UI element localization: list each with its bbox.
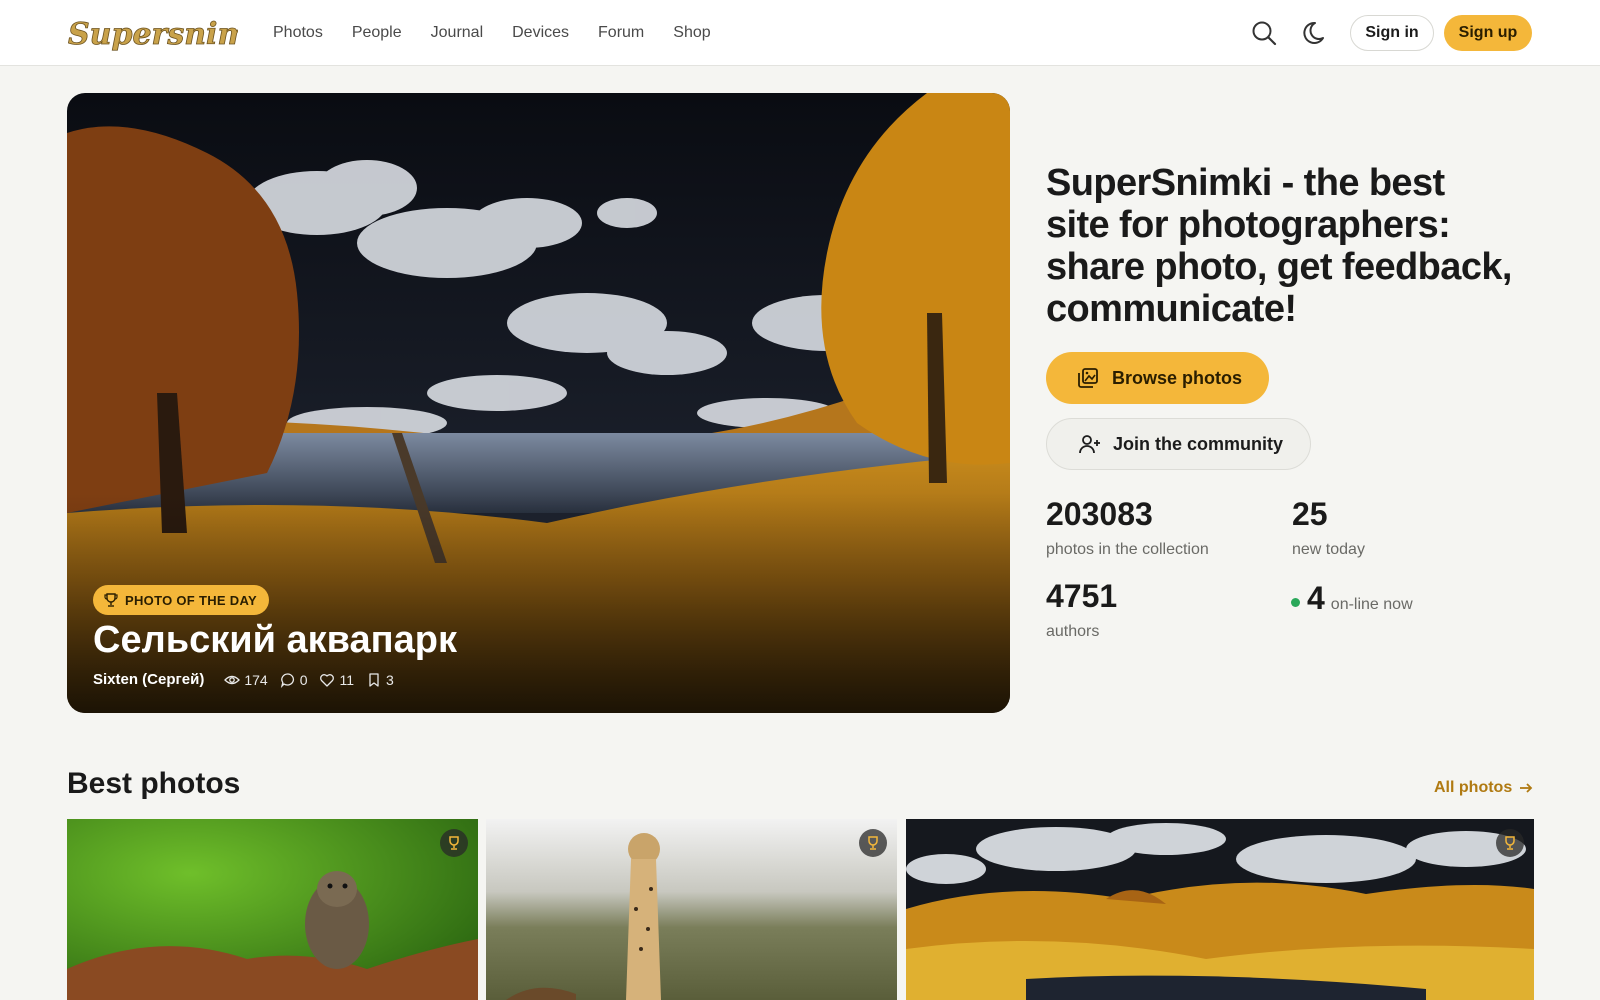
photos-count-label: photos in the collection: [1046, 541, 1209, 558]
photo-of-the-day-badge: PHOTO OF THE DAY: [93, 585, 269, 615]
sign-up-button[interactable]: Sign up: [1444, 15, 1532, 51]
comments-value: 0: [299, 671, 308, 688]
sign-in-button[interactable]: Sign in: [1350, 15, 1434, 51]
main-nav: Photos People Journal Devices Forum Shop: [273, 0, 740, 66]
bookmark-icon: [369, 672, 379, 687]
join-community-label: Join the community: [1113, 433, 1284, 454]
svg-text:Supersnimki: Supersnimki: [68, 17, 238, 52]
best-photo-thumb[interactable]: [906, 819, 1534, 1000]
autumn-lake-photo: [906, 819, 1534, 1000]
authors-count: 4751: [1046, 578, 1118, 614]
trophy-badge-icon: [1496, 829, 1524, 857]
nav-journal[interactable]: Journal: [431, 24, 483, 42]
nav-shop[interactable]: Shop: [673, 24, 710, 42]
heart-icon: [320, 673, 335, 687]
best-photo-thumb[interactable]: [486, 819, 897, 1000]
join-community-button[interactable]: Join the community: [1046, 418, 1311, 470]
new-today-label: new today: [1292, 541, 1365, 558]
badge-label: PHOTO OF THE DAY: [125, 592, 257, 608]
likes-value: 11: [339, 671, 355, 688]
moon-icon[interactable]: [1303, 19, 1331, 47]
nav-forum[interactable]: Forum: [598, 24, 644, 42]
arrow-right-icon: [1520, 783, 1533, 793]
online-label: on-line now: [1330, 596, 1413, 613]
online-count: 4: [1307, 580, 1325, 616]
hero-photo-title[interactable]: Сельский аквапарк: [93, 619, 457, 662]
new-today-count: 25: [1292, 496, 1328, 532]
best-photo-thumb[interactable]: [67, 819, 478, 1000]
authors-label: authors: [1046, 623, 1100, 640]
author-link[interactable]: Sixten (Сергей): [93, 671, 204, 688]
views-value: 174: [244, 671, 268, 688]
nav-photos[interactable]: Photos: [273, 24, 323, 42]
cheetah-photo: [486, 819, 897, 1000]
nav-people[interactable]: People: [352, 24, 402, 42]
nav-devices[interactable]: Devices: [512, 24, 569, 42]
search-icon[interactable]: [1250, 19, 1278, 47]
eye-icon: [224, 675, 241, 684]
top-header: Supersnimki Photos People Journal Device…: [0, 0, 1600, 66]
browse-photos-button[interactable]: Browse photos: [1046, 352, 1269, 404]
gallery-icon: [1078, 368, 1098, 388]
hero-photo-meta: Sixten (Сергей) 174 0 11 3: [93, 671, 406, 688]
add-user-icon: [1079, 435, 1100, 454]
views-count: 174: [224, 671, 268, 688]
photo-of-the-day-card[interactable]: PHOTO OF THE DAY Сельский аквапарк Sixte…: [67, 93, 1010, 713]
all-photos-link[interactable]: All photos: [1434, 779, 1534, 797]
bookmarks-value: 3: [386, 671, 394, 688]
site-tagline: SuperSnimki - the best site for photogra…: [1046, 162, 1512, 330]
bookmarks-count: 3: [366, 672, 394, 688]
photos-count: 203083: [1046, 496, 1153, 532]
comments-count: 0: [280, 671, 308, 688]
trophy-badge-icon: [440, 829, 468, 857]
likes-count: 11: [319, 672, 354, 688]
trophy-icon: [104, 593, 118, 607]
online-dot-icon: [1291, 598, 1300, 607]
mongoose-photo: [67, 819, 478, 1000]
online-status: 4 on-line now: [1291, 580, 1413, 617]
all-photos-label: All photos: [1434, 779, 1513, 796]
trophy-badge-icon: [859, 829, 887, 857]
browse-photos-label: Browse photos: [1112, 367, 1243, 388]
comment-icon: [280, 672, 294, 688]
site-logo[interactable]: Supersnimki: [66, 8, 238, 58]
best-photos-title: Best photos: [67, 767, 241, 800]
